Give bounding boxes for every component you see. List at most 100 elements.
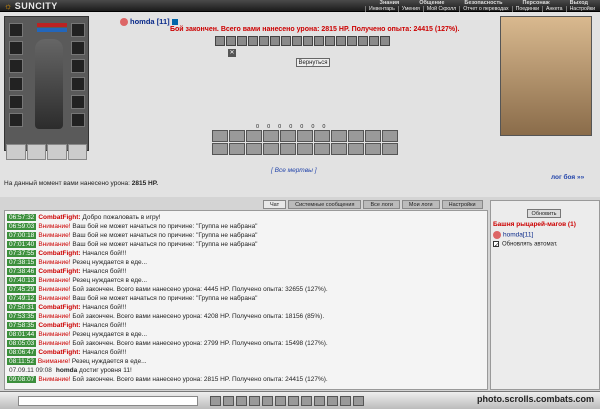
belt-slot[interactable] xyxy=(67,144,87,160)
effect-icon[interactable] xyxy=(380,36,390,46)
toolbar-icon[interactable] xyxy=(327,396,338,406)
message-time[interactable]: 07:53:35 xyxy=(7,313,37,320)
effect-icon[interactable] xyxy=(270,36,280,46)
equip-slot[interactable] xyxy=(71,113,85,127)
message-sender[interactable]: Внимание! xyxy=(38,376,70,383)
message-time[interactable]: 07:45:29 xyxy=(7,286,37,293)
message-sender[interactable]: Внимание! xyxy=(38,331,70,338)
player-name[interactable]: homda [11] xyxy=(120,17,178,27)
message-sender[interactable]: Внимание! xyxy=(38,277,70,284)
skill-slot[interactable] xyxy=(314,130,330,142)
toolbar-icon[interactable] xyxy=(275,396,286,406)
message-time[interactable]: 07:00:18 xyxy=(7,232,37,239)
toolbar-icon[interactable] xyxy=(314,396,325,406)
opponent-portrait[interactable] xyxy=(500,16,592,136)
skill-slot[interactable] xyxy=(382,143,398,155)
message-sender[interactable]: Внимание! xyxy=(38,358,70,365)
equip-slot[interactable] xyxy=(9,77,23,91)
tab-system[interactable]: Системные сообщения xyxy=(288,200,362,209)
equip-slot[interactable] xyxy=(71,95,85,109)
equip-slot[interactable] xyxy=(9,23,23,37)
message-time[interactable]: 07:37:55 xyxy=(7,250,37,257)
message-time[interactable]: 06:59:03 xyxy=(7,223,37,230)
toolbar-icon[interactable] xyxy=(249,396,260,406)
skill-slot[interactable] xyxy=(297,143,313,155)
effect-icon[interactable] xyxy=(336,36,346,46)
message-sender[interactable]: homda xyxy=(56,367,77,374)
skill-slot[interactable] xyxy=(297,130,313,142)
toolbar-icon[interactable] xyxy=(288,396,299,406)
message-sender[interactable]: CombatFight: xyxy=(38,250,80,257)
message-sender[interactable]: Внимание! xyxy=(38,259,70,266)
skill-slot[interactable] xyxy=(331,143,347,155)
effect-icon[interactable] xyxy=(281,36,291,46)
skill-slot[interactable] xyxy=(365,130,381,142)
equip-slot[interactable] xyxy=(9,95,23,109)
message-time[interactable]: 08:06:47 xyxy=(7,349,37,356)
back-button[interactable]: Вернуться xyxy=(296,58,330,67)
effect-icon[interactable] xyxy=(215,36,225,46)
message-time[interactable]: 07:50:31 xyxy=(7,304,37,311)
message-sender[interactable]: Внимание! xyxy=(38,340,70,347)
equip-slot[interactable] xyxy=(9,59,23,73)
message-sender[interactable]: Внимание! xyxy=(38,295,70,302)
message-sender[interactable]: Внимание! xyxy=(38,232,70,239)
skill-slot[interactable] xyxy=(246,130,262,142)
message-sender[interactable]: Внимание! xyxy=(38,241,70,248)
equip-slot[interactable] xyxy=(71,23,85,37)
skill-slot[interactable] xyxy=(212,130,228,142)
message-sender[interactable]: CombatFight: xyxy=(38,322,80,329)
effect-icon[interactable] xyxy=(237,36,247,46)
chat-input[interactable] xyxy=(18,396,198,406)
skill-slot[interactable] xyxy=(365,143,381,155)
skill-slot[interactable] xyxy=(331,130,347,142)
message-time[interactable]: 07:58:35 xyxy=(7,322,37,329)
skill-slot[interactable] xyxy=(246,143,262,155)
auto-refresh-option[interactable]: ✓ Обновлять автомат. xyxy=(493,241,558,249)
equip-slot[interactable] xyxy=(9,41,23,55)
message-time[interactable]: 08:05:03 xyxy=(7,340,37,347)
tab-settings[interactable]: Настройки xyxy=(441,200,483,209)
message-time[interactable]: 06:57:32 xyxy=(7,214,37,221)
toolbar-icon[interactable] xyxy=(262,396,273,406)
equip-slot[interactable] xyxy=(71,77,85,91)
message-sender[interactable]: Внимание! xyxy=(38,286,70,293)
tab-my-logs[interactable]: Мои логи xyxy=(401,200,440,209)
tab-all-logs[interactable]: Все логи xyxy=(363,200,400,209)
message-sender[interactable]: CombatFight: xyxy=(38,349,80,356)
effect-icon[interactable] xyxy=(325,36,335,46)
message-sender[interactable]: CombatFight: xyxy=(38,304,80,311)
equip-slot[interactable] xyxy=(9,113,23,127)
skill-slot[interactable] xyxy=(280,130,296,142)
equip-slot[interactable] xyxy=(71,59,85,73)
message-sender[interactable]: Внимание! xyxy=(38,223,70,230)
message-time[interactable]: 07:40:13 xyxy=(7,277,37,284)
skill-slot[interactable] xyxy=(263,130,279,142)
message-time[interactable]: 08:11:52 xyxy=(7,358,36,365)
effect-icon[interactable] xyxy=(358,36,368,46)
message-sender[interactable]: CombatFight: xyxy=(38,214,80,221)
message-time[interactable]: 07.09.11 09:08 xyxy=(7,367,54,374)
message-sender[interactable]: Внимание! xyxy=(38,313,70,320)
message-time[interactable]: 07:01:40 xyxy=(7,241,37,248)
toolbar-icon[interactable] xyxy=(301,396,312,406)
skill-slot[interactable] xyxy=(382,130,398,142)
equip-slot[interactable] xyxy=(71,41,85,55)
effect-icon[interactable] xyxy=(259,36,269,46)
message-time[interactable]: 07:38:15 xyxy=(7,259,37,266)
belt-slot[interactable] xyxy=(47,144,67,160)
message-sender[interactable]: CombatFight: xyxy=(38,268,80,275)
close-icon[interactable]: ✕ xyxy=(228,49,236,57)
skill-slot[interactable] xyxy=(314,143,330,155)
skill-slot[interactable] xyxy=(212,143,228,155)
effect-icon[interactable] xyxy=(347,36,357,46)
location-member[interactable]: homda[11] xyxy=(493,231,533,239)
all-dead-link[interactable]: [ Все мертвы ] xyxy=(271,167,317,174)
checkbox[interactable]: ✓ xyxy=(493,241,499,249)
message-time[interactable]: 09:08:07 xyxy=(7,376,37,383)
effect-icon[interactable] xyxy=(226,36,236,46)
effect-icon[interactable] xyxy=(292,36,302,46)
skill-slot[interactable] xyxy=(229,143,245,155)
chat-log[interactable]: 06:57:32 CombatFight: Добро пожаловать в … xyxy=(4,210,488,390)
message-time[interactable]: 07:49:12 xyxy=(7,295,37,302)
